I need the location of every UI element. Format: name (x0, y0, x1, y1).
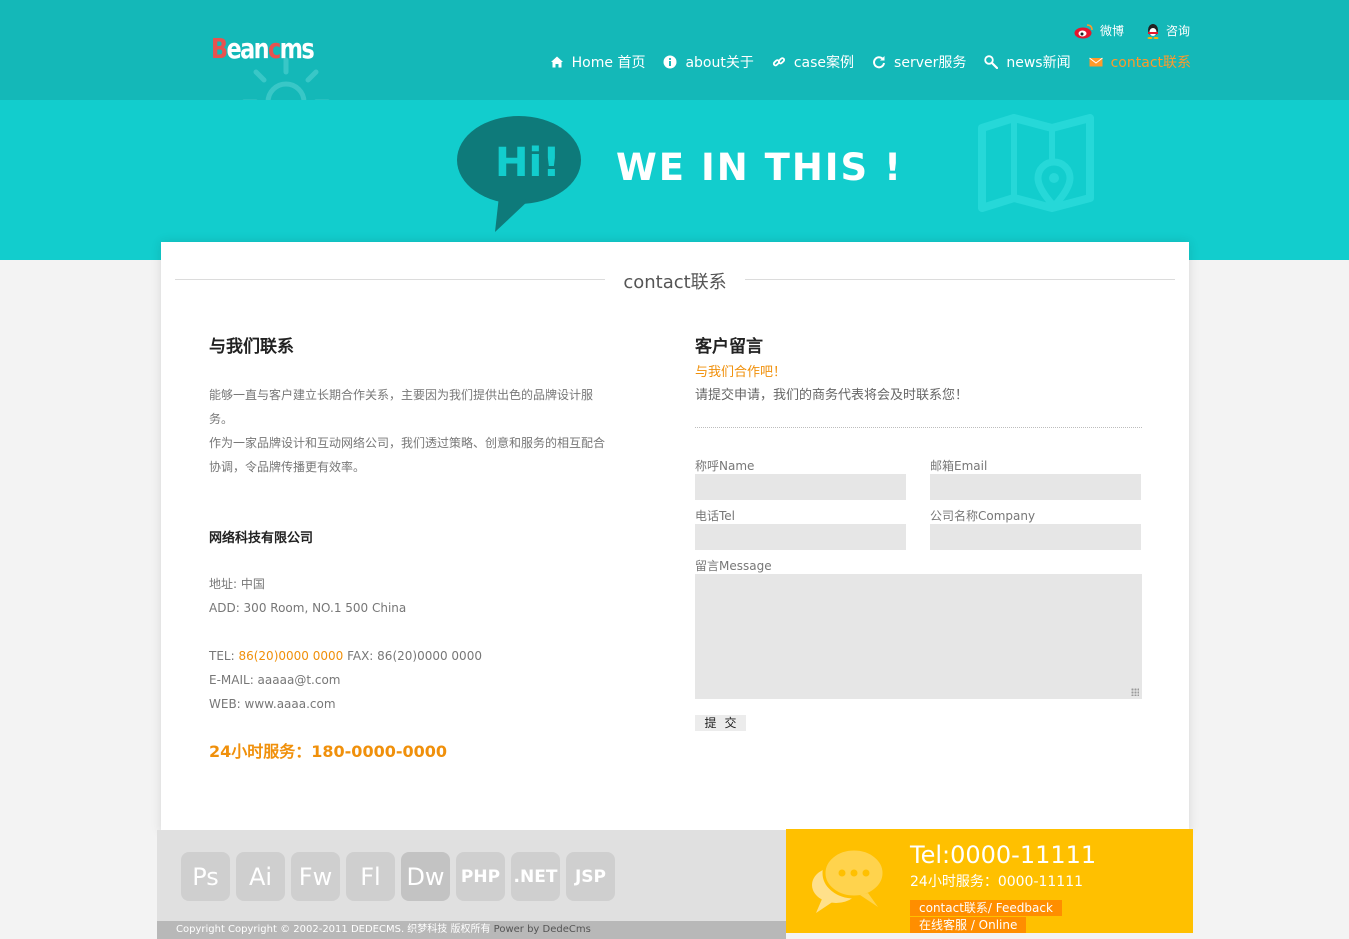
address-en: ADD: 300 Room, NO.1 500 China (209, 601, 407, 615)
qq-icon (1147, 23, 1159, 39)
submit-hint-text: 请提交申请，我们的商务代表将会及时联系您！ (695, 388, 969, 403)
dotnet-icon: .NET (511, 852, 560, 901)
email-input[interactable] (930, 474, 1141, 500)
section-title-text: contact联系 (175, 268, 1175, 294)
tel-label: 电话Tel (695, 509, 736, 523)
address-cn: 地址: 中国 (209, 577, 265, 591)
consult-link[interactable]: 咨询 (1146, 22, 1190, 39)
logo-letter: B (211, 32, 228, 65)
feedback-button[interactable]: contact联系/ Feedback (910, 900, 1062, 916)
header: Beancms 微博 咨询 Home 首页 about关于 case案例 ser… (0, 0, 1349, 147)
contact-lines: TEL: 86(20)0000 0000 FAX: 86(20)0000 000… (209, 644, 482, 716)
email-label: 邮箱Email (930, 459, 988, 473)
nav-about[interactable]: about关于 (663, 52, 754, 72)
fax-text: FAX: 86(20)0000 0000 (343, 649, 482, 663)
name-input[interactable] (695, 474, 906, 500)
link-icon (772, 57, 785, 67)
resize-grip-icon[interactable] (1131, 688, 1139, 696)
company-field-group: 公司名称Company (930, 507, 1141, 550)
jsp-icon: JSP (566, 852, 615, 901)
company-input[interactable] (930, 524, 1141, 550)
contact-card: contact联系 与我们联系 能够一直与客户建立长期合作关系，主要因为我们提供… (161, 242, 1189, 832)
chat-bubbles-icon (812, 847, 886, 913)
tel-value[interactable]: 86(20)0000 0000 (238, 649, 343, 663)
refresh-icon (873, 56, 886, 69)
footer-tools: Ps Ai Fw Fl Dw PHP .NET JSP Copyright Co… (157, 830, 786, 939)
fireworks-icon: Fw (291, 852, 340, 901)
copyright: Copyright Copyright © 2002-2011 DEDECMS.… (157, 921, 786, 939)
address-block: 地址: 中国 ADD: 300 Room, NO.1 500 China (209, 572, 406, 620)
mail-icon (1088, 57, 1103, 67)
php-icon: PHP (456, 852, 505, 901)
intro-text: 能够一直与客户建立长期合作关系，主要因为我们提供出色的品牌设计服务。 作为一家品… (209, 383, 609, 479)
intro-paragraph: 能够一直与客户建立长期合作关系，主要因为我们提供出色的品牌设计服务。 (209, 388, 594, 426)
name-field-group: 称呼Name (695, 457, 906, 500)
nav-news[interactable]: news新闻 (984, 52, 1071, 72)
nav-home[interactable]: Home 首页 (550, 52, 646, 72)
message-field-group: 留言Message (695, 557, 1142, 699)
search-icon (984, 55, 999, 69)
consult-label: 咨询 (1165, 24, 1190, 38)
dreamweaver-icon: Dw (401, 852, 450, 901)
contact-heading: 与我们联系 (209, 337, 294, 357)
dotted-divider (695, 427, 1142, 428)
flash-icon: Fl (346, 852, 395, 901)
weibo-link[interactable]: 微博 (1074, 22, 1124, 39)
name-label: 称呼Name (695, 459, 755, 473)
online-service-button[interactable]: 在线客服 / Online (910, 917, 1027, 933)
cooperate-text: 与我们合作吧！ (695, 365, 787, 380)
photoshop-icon: Ps (181, 852, 230, 901)
footer-tel-sub: 24小时服务：0000-11111 (910, 874, 1084, 890)
banner: Hi! WE IN THIS ! (0, 100, 1349, 260)
info-icon (663, 55, 677, 69)
nav-case[interactable]: case案例 (772, 52, 854, 72)
illustrator-icon: Ai (236, 852, 285, 901)
tel-label: TEL: (209, 649, 239, 663)
message-form-section: 客户留言 与我们合作吧！ 请提交申请，我们的商务代表将会及时联系您！ 称呼Nam… (695, 332, 1142, 731)
nav-label: case案例 (793, 55, 855, 71)
tel-input[interactable] (695, 524, 906, 550)
hotline: 24小时服务：180-0000-0000 (209, 742, 448, 761)
message-heading: 客户留言 (695, 337, 763, 357)
footer-tel: Tel:0000-11111 (910, 841, 1097, 869)
main-nav: Home 首页 about关于 case案例 server服务 news新闻 c… (550, 52, 1191, 72)
tel-fax-line: TEL: 86(20)0000 0000 FAX: 86(20)0000 000… (209, 644, 482, 668)
bubble-text: Hi! (495, 140, 560, 186)
nav-server[interactable]: server服务 (872, 52, 966, 72)
nav-contact[interactable]: contact联系 (1088, 52, 1191, 72)
message-label: 留言Message (695, 559, 772, 573)
tel-field-group: 电话Tel (695, 507, 906, 550)
home-icon (550, 56, 563, 68)
nav-label: about关于 (685, 55, 754, 71)
email-field-group: 邮箱Email (930, 457, 1141, 500)
footer-contact: Tel:0000-11111 24小时服务：0000-11111 contact… (786, 829, 1193, 933)
banner-title: WE IN THIS ! (616, 146, 903, 189)
company-name: 网络科技有限公司 (209, 531, 314, 546)
message-textarea[interactable] (695, 574, 1142, 699)
nav-label: news新闻 (1006, 55, 1071, 71)
weibo-icon (1074, 23, 1093, 38)
powered-by[interactable]: Power by DedeCms (494, 924, 591, 935)
copyright-text: Copyright Copyright © 2002-2011 DEDECMS.… (176, 924, 494, 935)
section-title: contact联系 (175, 268, 1175, 294)
map-pin-icon (978, 114, 1094, 212)
weibo-label: 微博 (1099, 24, 1124, 38)
tool-icons: Ps Ai Fw Fl Dw PHP .NET JSP (181, 852, 615, 901)
speech-bubble-icon: Hi! (457, 116, 581, 232)
top-links: 微博 咨询 (1074, 22, 1190, 39)
nav-label: contact联系 (1110, 55, 1191, 71)
nav-label: server服务 (894, 55, 967, 71)
section-title-label: contact联系 (613, 272, 737, 293)
intro-paragraph: 作为一家品牌设计和互动网络公司，我们透过策略、创意和服务的相互配合协调，令品牌传… (209, 436, 606, 474)
email-text: E-MAIL: aaaaa@t.com (209, 673, 341, 687)
company-label: 公司名称Company (930, 509, 1036, 523)
submit-button[interactable]: 提交 (695, 715, 746, 731)
nav-label: Home 首页 (571, 55, 646, 71)
web-text: WEB: www.aaaa.com (209, 697, 336, 711)
contact-info: 与我们联系 能够一直与客户建立长期合作关系，主要因为我们提供出色的品牌设计服务。… (209, 332, 609, 761)
